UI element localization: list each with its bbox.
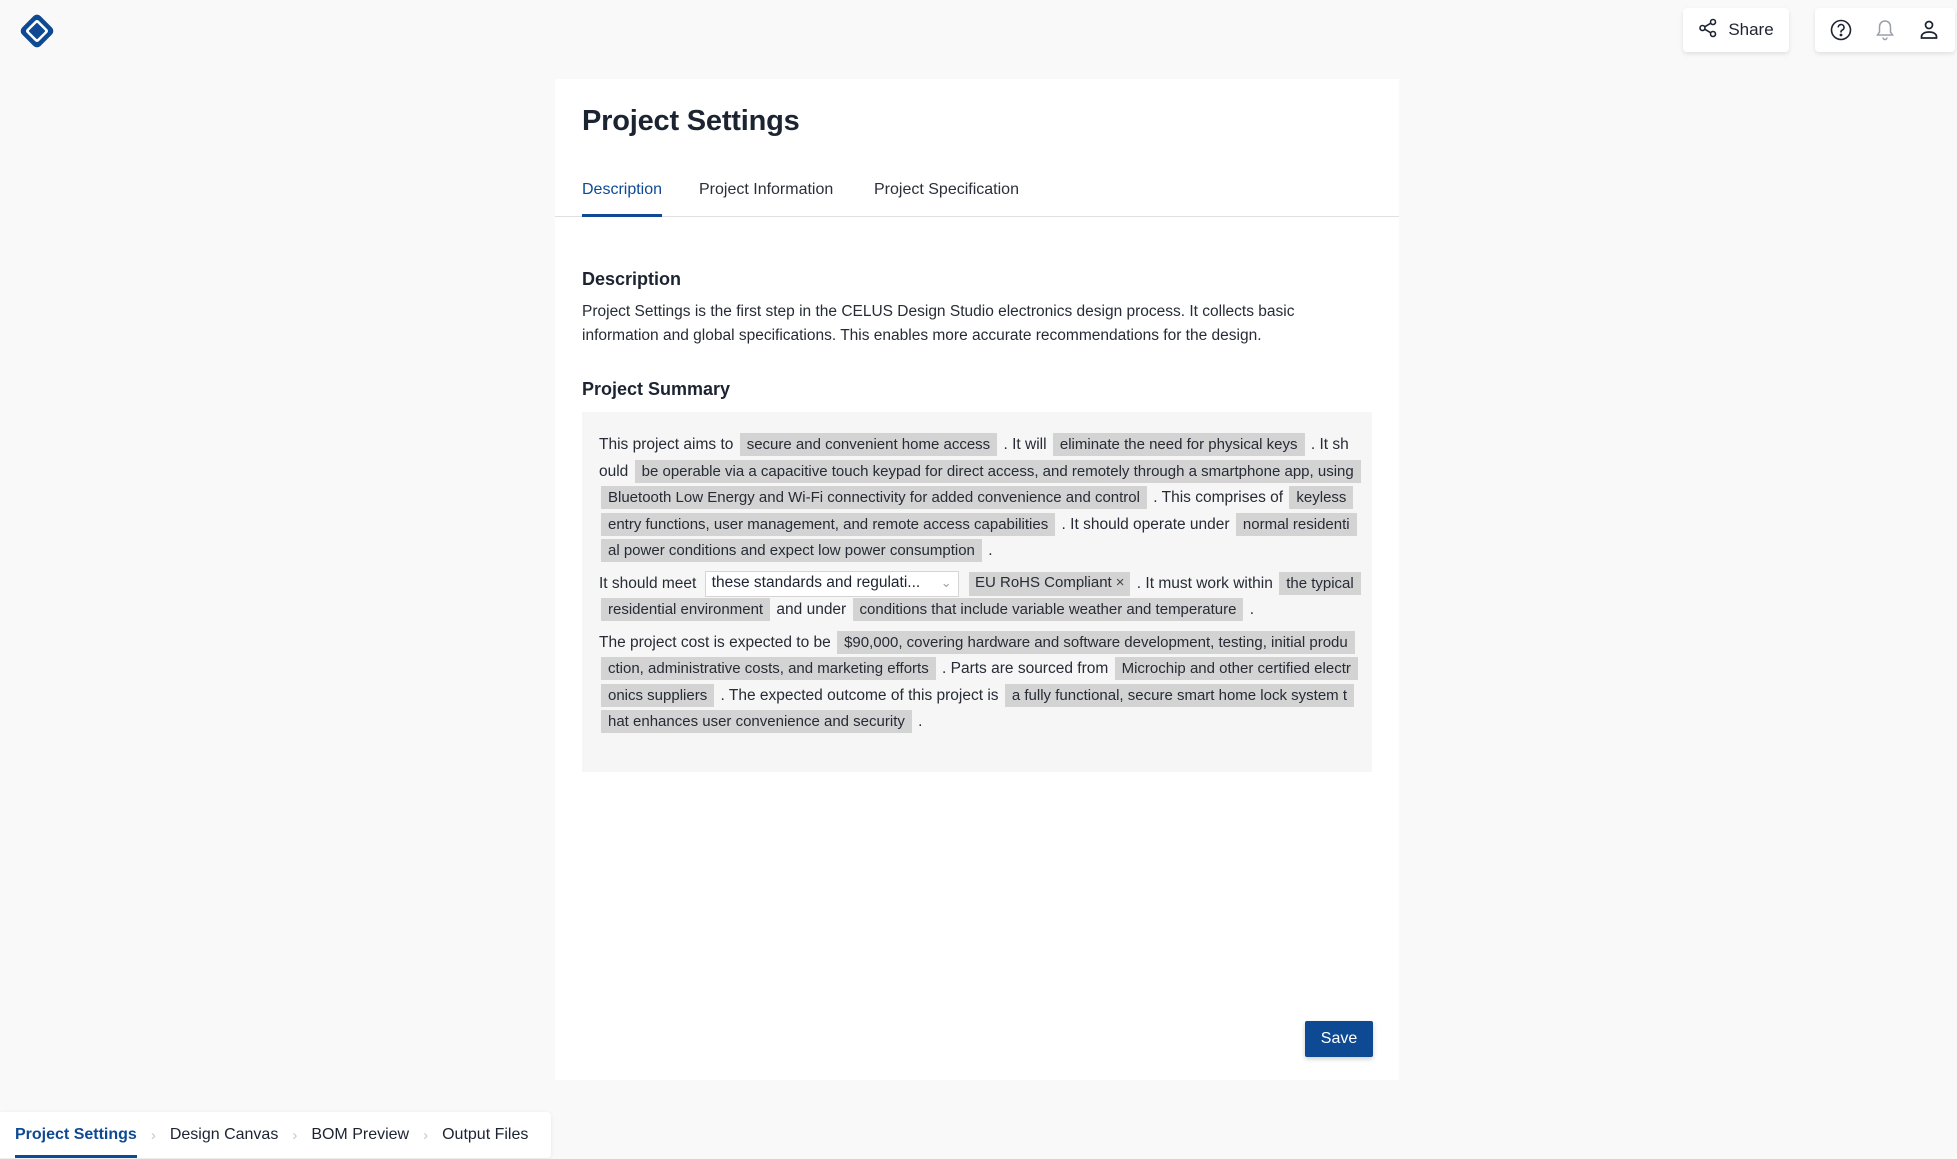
summary-text: . It should operate under [1061, 515, 1230, 533]
share-label: Share [1728, 20, 1774, 39]
summary-text: . The expected outcome of this project i… [720, 686, 999, 704]
remove-tag-icon[interactable]: × [1116, 570, 1125, 597]
summary-text: . Parts are sourced from [942, 660, 1109, 678]
conditions-field[interactable]: conditions that include variable weather… [852, 598, 1244, 622]
share-icon [1698, 18, 1718, 43]
settings-tabs: Description Project Information Project … [555, 175, 1399, 217]
tab-description[interactable]: Description [582, 175, 663, 217]
description-text: Project Settings is the first step in th… [582, 303, 1295, 344]
help-icon[interactable] [1826, 15, 1856, 45]
summary-text: . This comprises of [1153, 489, 1284, 506]
summary-text: . [918, 713, 923, 731]
project-settings-card: Project Settings Description Project Inf… [555, 79, 1399, 1080]
workflow-stepper: Project Settings › Design Canvas › BOM P… [0, 1112, 551, 1158]
summary-text: . It will [1003, 436, 1047, 453]
summary-text: . [1249, 601, 1255, 619]
chevron-right-icon: › [150, 1126, 156, 1144]
standards-select[interactable]: these standards and regulati... ⌄ [704, 570, 959, 597]
user-icon[interactable] [1914, 15, 1944, 45]
summary-text: This project aims to [599, 436, 734, 453]
chevron-down-icon: ⌄ [940, 575, 952, 591]
summary-paragraph-cost: The project cost is expected to be $90,0… [599, 630, 1358, 736]
header-icon-group [1815, 8, 1955, 52]
share-button[interactable]: Share [1683, 8, 1789, 52]
project-summary-heading: Project Summary [582, 379, 731, 399]
bell-icon[interactable] [1870, 15, 1900, 45]
save-button[interactable]: Save [1305, 1021, 1373, 1057]
description-heading: Description [582, 269, 682, 289]
step-bom-preview[interactable]: BOM Preview [311, 1112, 409, 1158]
tab-project-information[interactable]: Project Information [699, 175, 833, 214]
tab-project-specification[interactable]: Project Specification [874, 175, 1019, 214]
summary-text: The project cost is expected to be [599, 633, 831, 651]
celus-logo-icon[interactable] [16, 10, 58, 52]
benefit-field[interactable]: eliminate the need for physical keys [1052, 433, 1305, 456]
step-design-canvas[interactable]: Design Canvas [170, 1112, 279, 1158]
step-output-files[interactable]: Output Files [442, 1112, 528, 1158]
chevron-right-icon: › [292, 1126, 298, 1144]
step-project-settings[interactable]: Project Settings [15, 1112, 137, 1158]
project-summary-box: This project aims to secure and convenie… [582, 412, 1372, 772]
summary-text: and under [776, 601, 847, 619]
summary-paragraph-goals: This project aims to secure and convenie… [599, 432, 1361, 565]
summary-text: . It must work within [1136, 574, 1273, 592]
summary-paragraph-standards: It should meet these standards and regul… [599, 570, 1361, 624]
summary-text: . [988, 542, 993, 559]
summary-text: It should meet [599, 574, 697, 592]
standard-tag: EU RoHS Compliant × [968, 570, 1131, 597]
chevron-right-icon: › [423, 1126, 429, 1144]
standard-tag-label: EU RoHS Compliant [974, 574, 1112, 592]
standards-select-value: these standards and regulati... [711, 574, 921, 592]
page-title: Project Settings [582, 105, 800, 137]
aim-field[interactable]: secure and convenient home access [739, 433, 998, 456]
